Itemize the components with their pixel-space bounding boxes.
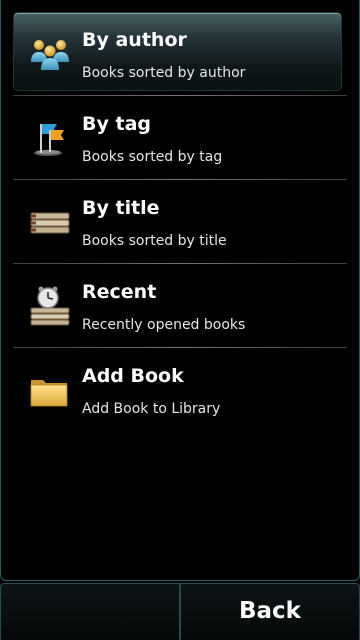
people-icon	[31, 40, 69, 70]
menu-item-subtitle: Add Book to Library	[82, 401, 221, 417]
menu-item-by-title[interactable]: By title Books sorted by title	[1, 180, 360, 264]
menu-item-title: By title	[82, 197, 160, 219]
back-button-label: Back	[239, 598, 301, 624]
menu-item-title: Add Book	[82, 365, 184, 387]
menu-item-by-tag[interactable]: By tag Books sorted by tag	[1, 96, 360, 180]
clock-books-icon	[30, 286, 70, 326]
flags-icon	[34, 124, 64, 156]
menu-item-subtitle: Recently opened books	[82, 317, 246, 333]
menu-list: By author Books sorted by author By tag …	[1, 12, 360, 432]
softkey-bar: Back	[0, 583, 360, 640]
menu-item-title: By author	[82, 29, 187, 51]
menu-item-title: Recent	[82, 281, 157, 303]
left-softkey[interactable]	[0, 583, 180, 640]
back-button[interactable]: Back	[180, 583, 360, 640]
screen: By author Books sorted by author By tag …	[0, 0, 360, 640]
book-stack-icon	[30, 212, 70, 234]
folder-icon	[30, 380, 68, 407]
menu-item-recent[interactable]: Recent Recently opened books	[1, 264, 360, 348]
menu-item-title: By tag	[82, 113, 151, 135]
menu-item-add-book[interactable]: Add Book Add Book to Library	[1, 348, 360, 432]
menu-item-subtitle: Books sorted by tag	[82, 149, 223, 165]
menu-item-subtitle: Books sorted by title	[82, 233, 227, 249]
menu-item-by-author[interactable]: By author Books sorted by author	[1, 12, 360, 96]
menu-panel: By author Books sorted by author By tag …	[0, 0, 360, 581]
menu-item-subtitle: Books sorted by author	[82, 65, 246, 81]
